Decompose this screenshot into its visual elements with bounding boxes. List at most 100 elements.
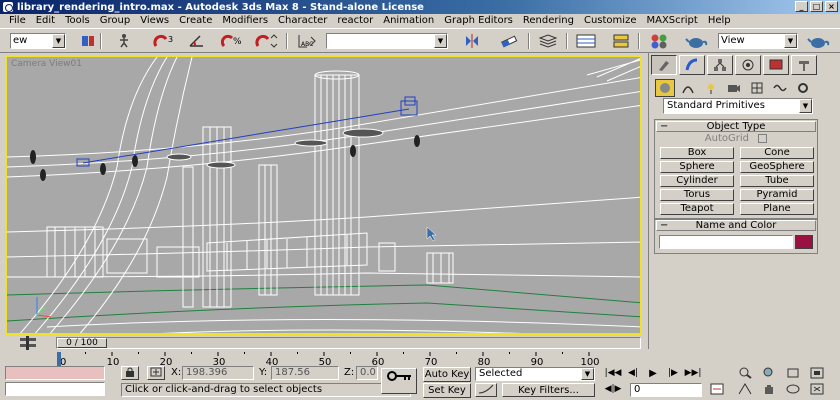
box-button[interactable]: Box xyxy=(660,147,734,159)
primitive-type-dropdown[interactable]: Standard Primitives ▼ xyxy=(663,98,813,114)
percent-snap-button[interactable]: % xyxy=(220,32,246,50)
set-key-button[interactable]: Set Key xyxy=(423,383,471,398)
previous-frame-button[interactable]: ◀| xyxy=(624,366,642,380)
menu-reactor[interactable]: reactor xyxy=(332,14,378,28)
menu-animation[interactable]: Animation xyxy=(378,14,439,28)
key-filters-button[interactable]: Key Filters... xyxy=(502,383,595,397)
z-coordinate-field[interactable]: 0.0 xyxy=(356,366,378,380)
menu-graph-editors[interactable]: Graph Editors xyxy=(439,14,518,28)
systems-category-button[interactable] xyxy=(793,79,813,97)
menu-customize[interactable]: Customize xyxy=(579,14,642,28)
spacewarps-category-button[interactable] xyxy=(770,79,790,97)
teapot-button[interactable]: Teapot xyxy=(660,203,734,215)
zoom-all-button[interactable] xyxy=(760,366,778,380)
mirror-button[interactable] xyxy=(462,32,482,50)
key-mode-dropdown[interactable]: Selected ▼ xyxy=(475,367,595,381)
autogrid-checkbox[interactable] xyxy=(758,133,768,143)
menu-character[interactable]: Character xyxy=(273,14,332,28)
pyramid-button[interactable]: Pyramid xyxy=(740,189,814,201)
maximize-button[interactable]: □ xyxy=(810,1,823,12)
angle-snap-button[interactable] xyxy=(186,32,212,50)
menu-modifiers[interactable]: Modifiers xyxy=(217,14,273,28)
render-view-combo[interactable]: View ▼ xyxy=(718,33,798,49)
name-color-rollout-header[interactable]: − Name and Color xyxy=(656,220,816,231)
helpers-category-button[interactable] xyxy=(747,79,767,97)
render-scene-button[interactable] xyxy=(684,32,710,50)
geosphere-button[interactable]: GeoSphere xyxy=(740,161,814,173)
menu-maxscript[interactable]: MAXScript xyxy=(641,14,702,28)
absolute-mode-button[interactable] xyxy=(147,366,165,380)
tab-hierarchy[interactable] xyxy=(707,55,733,75)
menu-tools[interactable]: Tools xyxy=(60,14,95,28)
time-slider-thumb[interactable]: 0 / 100 xyxy=(57,338,107,348)
default-in-out-tangents-button[interactable] xyxy=(475,383,497,397)
named-selection-sets-combo[interactable]: ▼ xyxy=(326,33,448,49)
zoom-button[interactable] xyxy=(736,366,754,380)
menu-create[interactable]: Create xyxy=(174,14,217,28)
geometry-category-button[interactable] xyxy=(655,79,675,97)
maxscript-listener-pink[interactable] xyxy=(5,366,105,380)
lights-category-button[interactable] xyxy=(701,79,721,97)
cameras-category-button[interactable] xyxy=(724,79,744,97)
torus-button[interactable]: Torus xyxy=(660,189,734,201)
field-of-view-button[interactable] xyxy=(736,382,754,396)
maxscript-listener-white[interactable] xyxy=(5,382,105,396)
current-frame-field[interactable]: 0 xyxy=(630,383,702,397)
object-name-field[interactable] xyxy=(659,235,794,249)
app-icon[interactable] xyxy=(3,2,13,12)
maximize-viewport-button[interactable] xyxy=(808,382,826,396)
menu-file[interactable]: File xyxy=(4,14,31,28)
set-key-mode-button[interactable] xyxy=(381,368,417,394)
object-type-rollout-header[interactable]: − Object Type xyxy=(656,121,816,132)
auto-key-button[interactable]: Auto Key xyxy=(423,367,471,382)
go-to-end-button[interactable]: ▶▶| xyxy=(684,366,702,380)
tab-display[interactable] xyxy=(763,55,789,75)
material-editor-button[interactable] xyxy=(648,32,670,50)
selection-filter-combo[interactable]: ew ▼ xyxy=(10,33,66,49)
zoom-extents-all-button[interactable] xyxy=(808,366,826,380)
menu-views[interactable]: Views xyxy=(135,14,174,28)
schematic-view-button[interactable] xyxy=(610,32,632,50)
track-bar[interactable]: 0 10 20 30 40 50 60 70 80 90 100 xyxy=(56,352,646,366)
select-and-link-button[interactable] xyxy=(114,32,134,50)
shapes-category-button[interactable] xyxy=(678,79,698,97)
viewport-label[interactable]: Camera View01 xyxy=(11,59,82,69)
layer-manager-button[interactable] xyxy=(536,32,562,50)
menu-help[interactable]: Help xyxy=(703,14,736,28)
minimize-button[interactable]: _ xyxy=(795,1,808,12)
select-object-button[interactable] xyxy=(78,32,98,50)
quick-render-button[interactable] xyxy=(806,32,832,50)
orbit-button[interactable] xyxy=(784,382,802,396)
menu-rendering[interactable]: Rendering xyxy=(518,14,579,28)
align-button[interactable] xyxy=(497,32,523,50)
curve-editor-button[interactable] xyxy=(574,32,600,50)
tube-button[interactable]: Tube xyxy=(740,175,814,187)
next-frame-button[interactable]: |▶ xyxy=(664,366,682,380)
lock-selection-button[interactable] xyxy=(121,366,139,380)
select-rotate-button[interactable]: 3 xyxy=(152,32,178,50)
close-button[interactable]: × xyxy=(825,1,838,12)
spinner-snap-button[interactable] xyxy=(254,32,280,50)
edit-named-selection-button[interactable]: ABC xyxy=(294,32,320,50)
camera-viewport[interactable]: Camera View01 xyxy=(5,55,642,335)
cone-button[interactable]: Cone xyxy=(740,147,814,159)
key-mode-toggle-button[interactable]: ◀|▶ xyxy=(604,382,622,396)
tab-motion[interactable] xyxy=(735,55,761,75)
tab-create[interactable] xyxy=(651,55,677,75)
pan-view-button[interactable] xyxy=(760,382,778,396)
object-color-swatch[interactable] xyxy=(795,235,813,249)
y-coordinate-field[interactable]: 187.56 xyxy=(271,366,339,380)
menu-group[interactable]: Group xyxy=(95,14,135,28)
zoom-extents-button[interactable] xyxy=(784,366,802,380)
tab-modify[interactable] xyxy=(679,55,705,75)
go-to-start-button[interactable]: |◀◀ xyxy=(604,366,622,380)
time-configuration-button[interactable] xyxy=(708,382,726,396)
x-coordinate-field[interactable]: 198.396 xyxy=(182,366,254,380)
mini-curve-editor-toggle[interactable] xyxy=(18,336,38,350)
time-slider-track[interactable]: 0 / 100 xyxy=(56,337,641,349)
cylinder-button[interactable]: Cylinder xyxy=(660,175,734,187)
plane-button[interactable]: Plane xyxy=(740,203,814,215)
sphere-button[interactable]: Sphere xyxy=(660,161,734,173)
play-button[interactable]: ▶ xyxy=(644,366,662,380)
menu-edit[interactable]: Edit xyxy=(31,14,60,28)
